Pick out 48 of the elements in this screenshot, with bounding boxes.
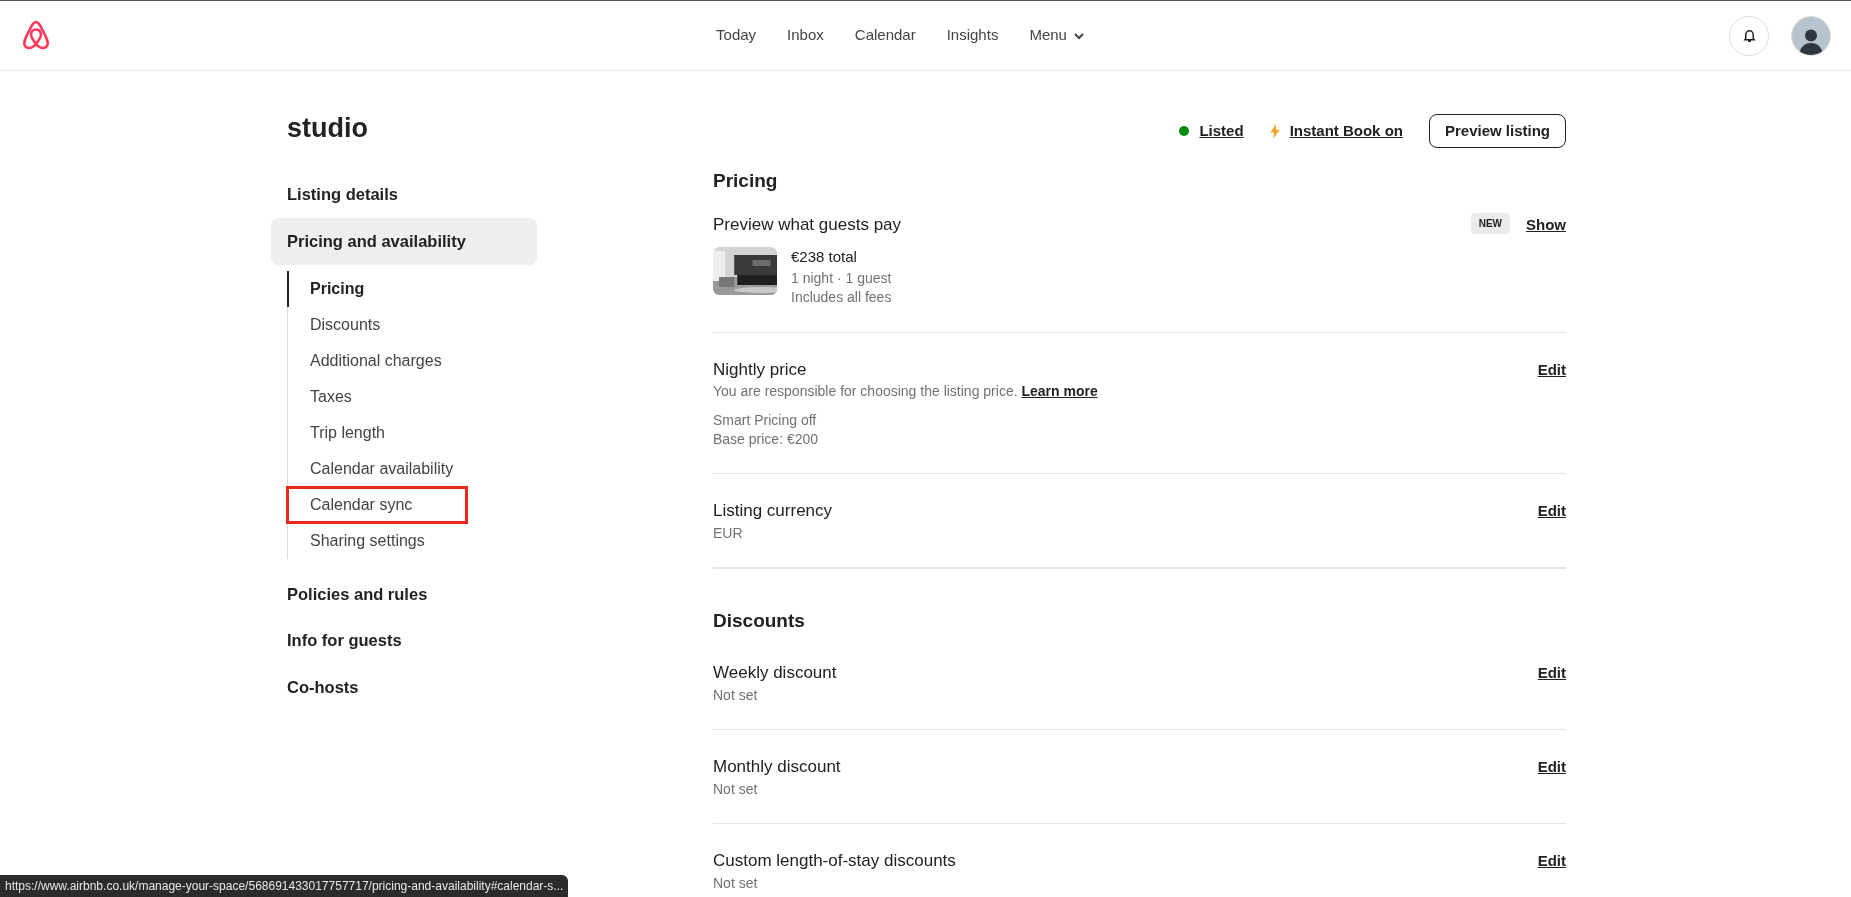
edit-link[interactable]: Edit bbox=[1537, 755, 1566, 799]
row-value: EUR bbox=[713, 524, 744, 543]
avatar[interactable] bbox=[1791, 15, 1831, 56]
row-title: Monthly discount bbox=[713, 755, 841, 778]
lightning-icon bbox=[1269, 123, 1280, 139]
section-heading: Pricing bbox=[713, 169, 779, 193]
row-title: Custom length-of-stay discounts bbox=[713, 849, 956, 872]
row-value: Not set bbox=[713, 873, 759, 893]
preview-listing-button[interactable]: Preview listing bbox=[1428, 114, 1566, 148]
edit-link[interactable]: Edit bbox=[1537, 661, 1566, 705]
sidebar-item[interactable]: Pricing and availability bbox=[271, 217, 537, 265]
nav-link[interactable]: Today bbox=[716, 24, 757, 47]
nav-link[interactable]: Insights bbox=[946, 24, 999, 47]
sidebar-subitem[interactable]: Calendar availability bbox=[287, 450, 487, 487]
learn-more-link[interactable]: Learn more bbox=[1021, 383, 1098, 399]
status-url-tooltip: https://www.airbnb.co.uk/manage-your-space/568691433017757717/pricing-and-availability#calendar-s... bbox=[0, 875, 569, 897]
new-badge: NEW bbox=[1470, 212, 1510, 234]
row-description: You are responsible for choosing the listing price. Learn more bbox=[713, 382, 1098, 401]
nav-link[interactable]: Menu bbox=[1029, 24, 1085, 47]
sidebar-subitem[interactable]: Sharing settings bbox=[287, 522, 487, 559]
row-value: Smart Pricing off bbox=[713, 411, 818, 430]
listing-title: studio bbox=[287, 113, 369, 143]
section-heading: Discounts bbox=[713, 609, 806, 633]
sidebar-subitem[interactable]: Trip length bbox=[287, 414, 487, 451]
edit-link[interactable]: Edit bbox=[1537, 500, 1566, 543]
row-title: Preview what guests pay bbox=[713, 213, 902, 236]
edit-link[interactable]: Edit bbox=[1537, 359, 1566, 449]
price-detail: Includes all fees bbox=[791, 288, 892, 307]
nav-link[interactable]: Inbox bbox=[787, 24, 824, 47]
row-title: Nightly price bbox=[713, 359, 808, 381]
sidebar-subitem[interactable]: Calendar sync bbox=[287, 486, 467, 523]
row-value: Not set bbox=[713, 779, 759, 799]
total-price: €238 total bbox=[791, 247, 858, 266]
row-value: Base price: €200 bbox=[713, 430, 820, 449]
row-title: Weekly discount bbox=[713, 661, 837, 684]
row-value: Not set bbox=[713, 685, 759, 705]
sidebar-subitem[interactable]: Additional charges bbox=[287, 342, 487, 379]
sidebar-subitem[interactable]: Pricing bbox=[287, 270, 487, 307]
listed-link[interactable]: Listed bbox=[1199, 119, 1244, 143]
nav-link[interactable]: Calendar bbox=[854, 24, 916, 47]
edit-link[interactable]: Edit bbox=[1537, 849, 1566, 893]
sidebar-subitem[interactable]: Taxes bbox=[287, 378, 487, 415]
sidebar-subitem[interactable]: Discounts bbox=[287, 306, 487, 343]
show-link[interactable]: Show bbox=[1526, 213, 1566, 236]
bell-icon bbox=[1741, 28, 1757, 43]
instant-book-link[interactable]: Instant Book on bbox=[1289, 119, 1403, 143]
row-title: Listing currency bbox=[713, 500, 833, 522]
price-detail: 1 night · 1 guest bbox=[791, 269, 892, 288]
